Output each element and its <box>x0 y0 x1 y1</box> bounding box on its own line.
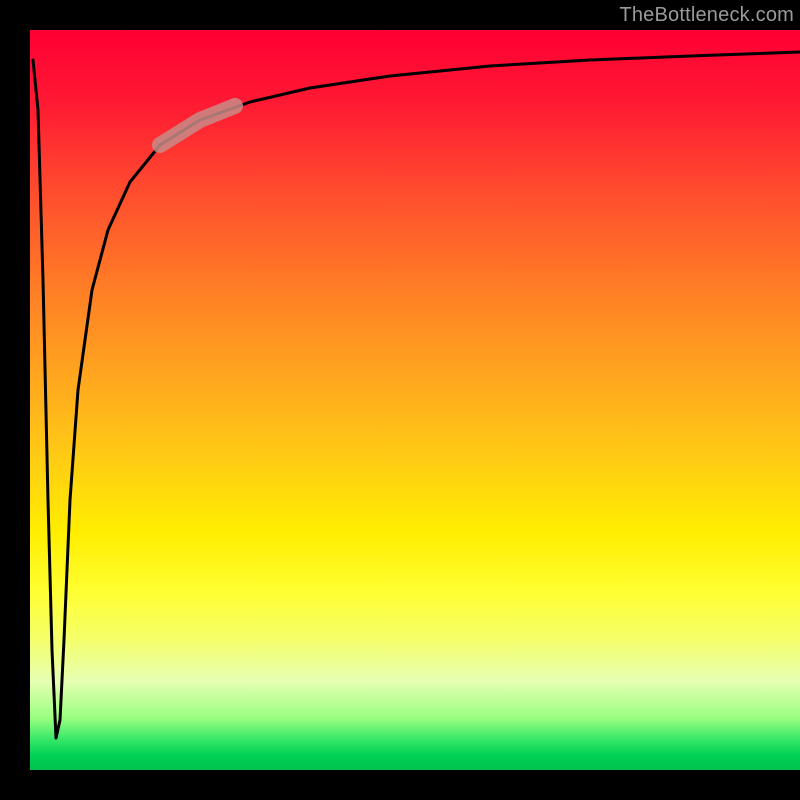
attribution-watermark: TheBottleneck.com <box>619 4 794 27</box>
chart-frame: TheBottleneck.com <box>0 0 800 800</box>
curve-highlight-segment <box>160 106 235 145</box>
bottleneck-curve <box>33 52 800 738</box>
curve-layer <box>30 30 800 770</box>
